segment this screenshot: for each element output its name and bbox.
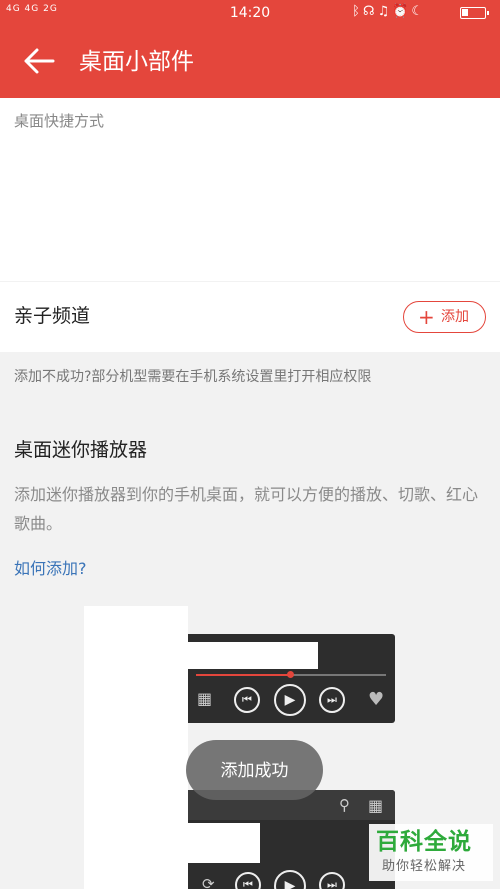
preview-mask [84, 606, 188, 889]
grid-icon: ▦ [197, 689, 213, 708]
add-channel-button[interactable]: + 添加 [403, 301, 486, 333]
song-title-mask-2 [188, 823, 260, 863]
app-bar: 桌面小部件 [0, 26, 500, 98]
plus-icon: + [418, 305, 435, 329]
search-icon: ⚲ [339, 796, 350, 814]
watermark-logo: 百科全说 助你轻松解决 [369, 824, 493, 881]
how-to-add-link[interactable]: 如何添加? [14, 558, 87, 580]
watermark-main-text: 百科全说 [376, 829, 472, 855]
next-icon: ⏭ [319, 687, 345, 713]
status-icons: ᛒ☊♫⏰☾ [352, 4, 426, 20]
mini-player-title: 桌面迷你播放器 [14, 439, 148, 461]
status-bar: 4G 4G 2G 14:20 ᛒ☊♫⏰☾ [0, 0, 500, 26]
page-title: 桌面小部件 [79, 49, 194, 75]
mini-player-description: 添加迷你播放器到你的手机桌面，就可以方便的播放、切歌、红心歌曲。 [14, 485, 479, 533]
headset-icon: ☊ [362, 4, 378, 19]
song-title-mask [188, 642, 318, 669]
back-button[interactable] [22, 46, 56, 76]
battery-icon [460, 7, 489, 19]
toast-message: 添加成功 [186, 740, 323, 800]
moon-icon: ☾ [411, 4, 426, 19]
play-icon: ▶ [274, 684, 306, 716]
progress-knob [287, 671, 294, 678]
add-button-label: 添加 [441, 309, 469, 325]
heart-icon: ♥ [368, 689, 385, 710]
bell-off-icon: ♫ [377, 4, 393, 19]
grid-icon: ▦ [368, 796, 384, 815]
add-failure-note: 添加不成功?部分机型需要在手机系统设置里打开相应权限 [14, 369, 372, 385]
channel-label: 亲子频道 [14, 305, 91, 327]
progress-fill [196, 674, 291, 676]
repeat-icon: ⟳ [202, 875, 215, 889]
watermark-sub-text: 助你轻松解决 [382, 859, 467, 874]
bluetooth-icon: ᛒ [352, 4, 363, 19]
previous-icon: ⏮ [234, 687, 260, 713]
arrow-left-icon [24, 48, 55, 74]
alarm-icon: ⏰ [392, 4, 412, 19]
shortcut-section-label: 桌面快捷方式 [14, 112, 105, 130]
